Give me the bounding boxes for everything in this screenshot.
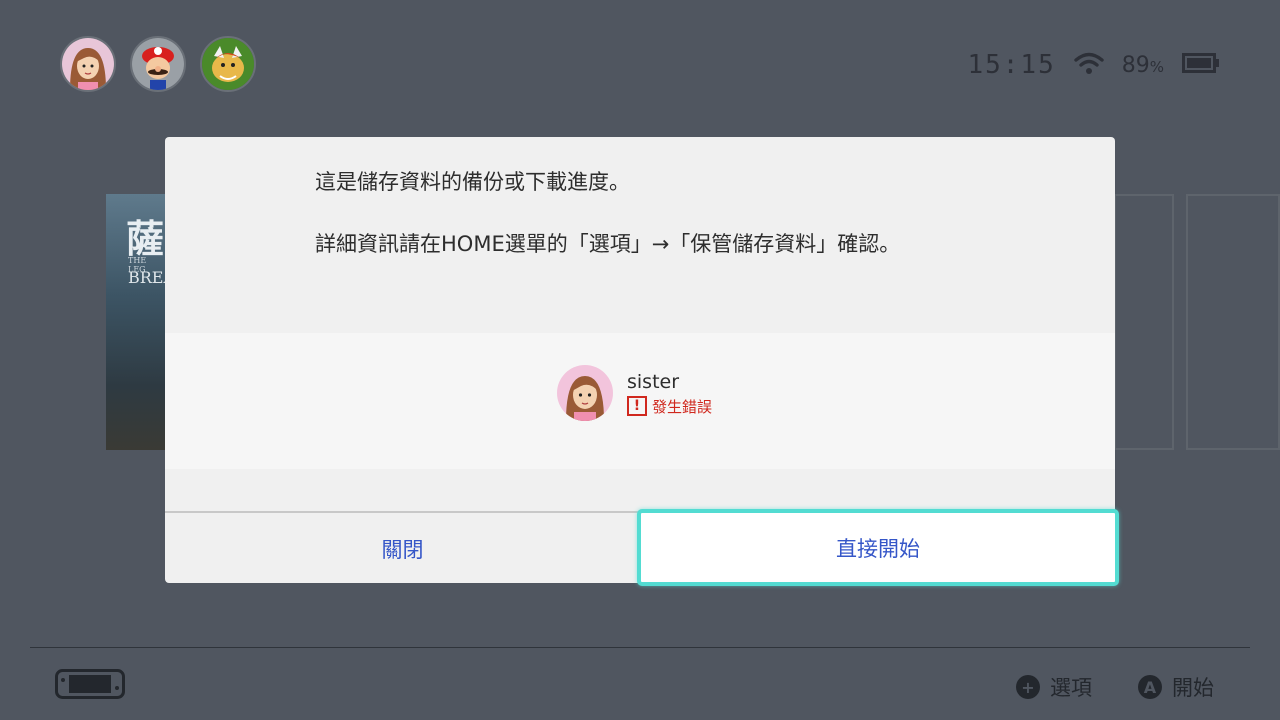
dialog-message-line: 詳細資訊請在HOME選單的「選項」→「保管儲存資料」確認。 <box>315 232 901 256</box>
user-avatar-list <box>60 36 256 92</box>
game-tile-zelda[interactable]: 薩 THE LEG BREA <box>106 194 166 450</box>
battery-percent-unit: % <box>1149 57 1164 76</box>
wifi-icon <box>1074 51 1104 79</box>
close-button[interactable]: 關閉 <box>165 513 640 585</box>
start-hint-label: 開始 <box>1172 676 1214 700</box>
a-button-icon: A <box>1138 675 1162 699</box>
user-status-section: sister ! 發生錯誤 <box>165 333 1115 469</box>
error-status-text: 發生錯誤 <box>652 397 713 416</box>
options-hint[interactable]: + 選項 <box>1016 672 1092 702</box>
dialog-message-line: 這是儲存資料的備份或下載進度。 <box>315 170 630 194</box>
empty-game-slot <box>1114 194 1174 450</box>
start-directly-button[interactable]: 直接開始 <box>637 509 1119 586</box>
user-error-status: ! 發生錯誤 <box>627 396 712 417</box>
battery-percent-value: 89 <box>1121 52 1150 78</box>
avatar-bowser[interactable] <box>200 36 256 92</box>
game-cover-subtitle-2: BREA <box>128 268 166 287</box>
user-avatar <box>557 365 613 421</box>
error-icon: ! <box>627 396 647 416</box>
user-name: sister <box>627 370 680 393</box>
avatar-mario[interactable] <box>130 36 186 92</box>
game-cover-title: 薩 <box>126 216 165 261</box>
plus-button-icon: + <box>1016 675 1040 699</box>
battery-percentage: 89% <box>1122 53 1164 78</box>
start-hint[interactable]: A 開始 <box>1138 672 1214 702</box>
handheld-console-icon <box>55 669 125 699</box>
save-data-dialog: 這是儲存資料的備份或下載進度。 詳細資訊請在HOME選單的「選項」→「保管儲存資… <box>165 137 1119 586</box>
status-bar: 15:15 89% <box>967 48 1220 82</box>
avatar-sister[interactable] <box>60 36 116 92</box>
footer-divider <box>30 647 1250 648</box>
options-hint-label: 選項 <box>1050 676 1092 700</box>
battery-icon <box>1182 52 1220 78</box>
user-entry: sister ! 發生錯誤 <box>557 365 712 421</box>
empty-game-slot <box>1186 194 1280 450</box>
clock: 15:15 <box>967 50 1056 80</box>
dialog-message: 這是儲存資料的備份或下載進度。 詳細資訊請在HOME選單的「選項」→「保管儲存資… <box>315 167 900 291</box>
dialog-button-row: 關閉 直接開始 <box>165 509 1119 586</box>
